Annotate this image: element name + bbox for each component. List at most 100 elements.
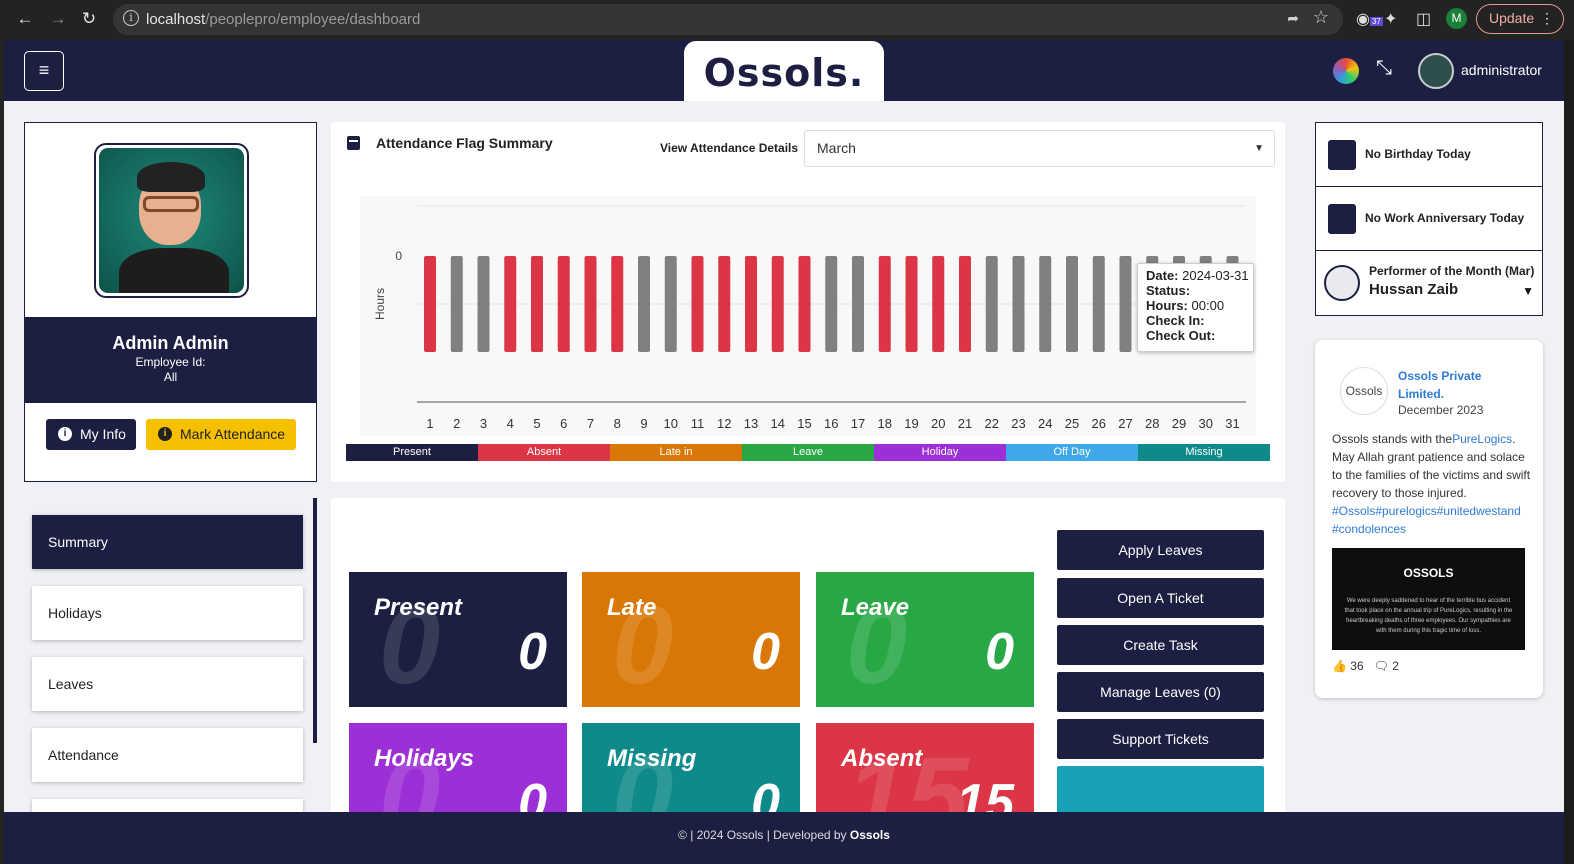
apply-leaves-button[interactable]: Apply Leaves (1057, 530, 1264, 570)
bar[interactable] (745, 256, 757, 352)
app-page: ≡ Ossols. ⤡ administrator Admin Admin Em… (4, 40, 1564, 864)
comment-icon[interactable]: 🗨 (1374, 659, 1389, 673)
nav-item-holidays[interactable]: Holidays (32, 586, 303, 640)
site-info-icon[interactable]: i (123, 10, 139, 26)
bar[interactable] (584, 256, 597, 352)
puzzle-icon[interactable]: ✦ (1384, 9, 1397, 29)
page-logo[interactable]: Ossols (1340, 367, 1388, 415)
facebook-post-card: Ossols Ossols Private Limited. December … (1315, 340, 1543, 698)
reload-icon[interactable]: ↻ (78, 8, 100, 30)
events-card: No Birthday Today No Work Anniversary To… (1315, 122, 1543, 316)
bar[interactable] (477, 256, 490, 352)
bar[interactable] (557, 256, 570, 352)
bar[interactable] (798, 256, 811, 352)
month-select[interactable]: March ▼ (804, 130, 1275, 167)
legend-item[interactable]: Holiday (874, 444, 1006, 461)
bar[interactable] (825, 256, 838, 352)
my-info-button[interactable]: i My Info (46, 419, 136, 450)
nav-item-leaves[interactable]: Leaves (32, 657, 303, 711)
post-text: Ossols stands with thePureLogics. May Al… (1332, 432, 1532, 538)
x-tick-label: 22 (985, 416, 999, 431)
legend-item[interactable]: Late in (610, 444, 742, 461)
x-tick-label: 7 (587, 416, 594, 431)
menu-toggle-button[interactable]: ≡ (24, 51, 64, 91)
bar[interactable] (905, 256, 918, 352)
bar[interactable] (504, 256, 517, 352)
browser-toolbar: ← → ↻ i localhost/peoplepro/employee/das… (0, 0, 1574, 40)
bar[interactable] (1066, 256, 1078, 352)
hashtags-link[interactable]: #Ossols#purelogics#unitedwestand #condol… (1332, 502, 1532, 538)
back-icon[interactable]: ← (14, 8, 36, 30)
x-tick-label: 25 (1065, 416, 1079, 431)
url-text: localhost/peoplepro/employee/dashboard (146, 11, 421, 28)
bar[interactable] (878, 256, 891, 352)
extension-icon[interactable]: ◉ 37 (1356, 9, 1383, 29)
side-nav-scrollbar[interactable] (313, 498, 317, 743)
x-tick-label: 4 (507, 416, 514, 431)
address-bar[interactable]: i localhost/peoplepro/employee/dashboard… (113, 4, 1343, 35)
legend-item[interactable]: Off Day (1006, 444, 1138, 461)
page-scrollbar[interactable] (1564, 40, 1574, 864)
side-panel-icon[interactable]: ◫ (1416, 9, 1431, 29)
nav-item-summary[interactable]: Summary (32, 515, 303, 569)
user-avatar[interactable] (1418, 53, 1454, 89)
update-button[interactable]: Update ⋮ (1476, 4, 1564, 34)
bar[interactable] (985, 256, 998, 352)
stat-leave[interactable]: 0 Leave 0 (816, 572, 1034, 707)
purelogics-link[interactable]: PureLogics (1452, 432, 1512, 446)
legend-item[interactable]: Missing (1138, 444, 1270, 461)
bar[interactable] (664, 256, 677, 352)
x-tick-label: 10 (664, 416, 678, 431)
legend-item[interactable]: Absent (478, 444, 610, 461)
bar[interactable] (450, 256, 463, 352)
manage-leaves-button[interactable]: Manage Leaves (0) (1057, 672, 1264, 712)
caret-down-icon[interactable]: ▼ (1522, 284, 1534, 298)
chart-legend: Present Absent Late in Leave Holiday Off Day M… (346, 444, 1270, 461)
page-name-link[interactable]: Ossols Private Limited. (1398, 367, 1528, 403)
forward-icon[interactable]: → (47, 8, 69, 30)
support-tickets-button[interactable]: Support Tickets (1057, 719, 1264, 759)
bar[interactable] (638, 256, 650, 352)
x-tick-label: 18 (878, 416, 892, 431)
bar[interactable] (1092, 256, 1105, 352)
info-icon: i (58, 427, 72, 441)
legend-item[interactable]: Present (346, 444, 478, 461)
bar[interactable] (1119, 256, 1132, 352)
bar[interactable] (771, 256, 784, 352)
stat-late[interactable]: 0 Late 0 (582, 572, 800, 707)
legend-item[interactable]: Leave (742, 444, 874, 461)
x-tick-label: 27 (1118, 416, 1132, 431)
x-tick-label: 17 (851, 416, 865, 431)
user-name[interactable]: administrator (1461, 62, 1542, 78)
x-tick-label: 11 (691, 416, 705, 431)
share-icon[interactable]: ➦ (1287, 10, 1299, 27)
bar[interactable] (611, 256, 624, 352)
performer-name: Hussan Zaib (1369, 281, 1459, 298)
nav-item-attendance[interactable]: Attendance (32, 728, 303, 782)
x-tick-label: 30 (1199, 416, 1213, 431)
bar[interactable] (852, 256, 864, 352)
bar[interactable] (718, 256, 731, 352)
attendance-chart: Hours 0 1 2 3 4 5 6 7 8 9 10 11 12 13 14 15 16 17 18 19 20 21 2… (360, 196, 1256, 436)
post-image[interactable]: OSSOLS We were deeply saddened to hear o… (1332, 548, 1525, 650)
bar[interactable] (531, 256, 543, 352)
mark-attendance-button[interactable]: i Mark Attendance (146, 419, 296, 450)
apps-icon[interactable] (1333, 58, 1359, 84)
bar[interactable] (932, 256, 945, 352)
bar[interactable] (1012, 256, 1025, 352)
bar[interactable] (424, 256, 436, 352)
bar[interactable] (691, 256, 704, 352)
create-task-button[interactable]: Create Task (1057, 625, 1264, 665)
browser-profile-avatar[interactable]: M (1446, 8, 1467, 29)
fullscreen-icon[interactable]: ⤡ (1376, 57, 1392, 80)
open-ticket-button[interactable]: Open A Ticket (1057, 578, 1264, 618)
bar[interactable] (959, 256, 971, 352)
like-icon[interactable]: 👍 (1332, 659, 1347, 673)
chart-tooltip: Date: 2024-03-31 Status: Hours: 00:00 Ch… (1137, 263, 1254, 352)
bar[interactable] (1039, 256, 1052, 352)
post-reactions: 👍 36 🗨 2 (1332, 659, 1399, 673)
bookmark-star-icon[interactable]: ☆ (1313, 7, 1329, 28)
stat-present[interactable]: 0 Present 0 (349, 572, 567, 707)
side-nav: Summary Holidays Leaves Attendance (24, 498, 317, 864)
brand-logo[interactable]: Ossols. (684, 41, 884, 101)
